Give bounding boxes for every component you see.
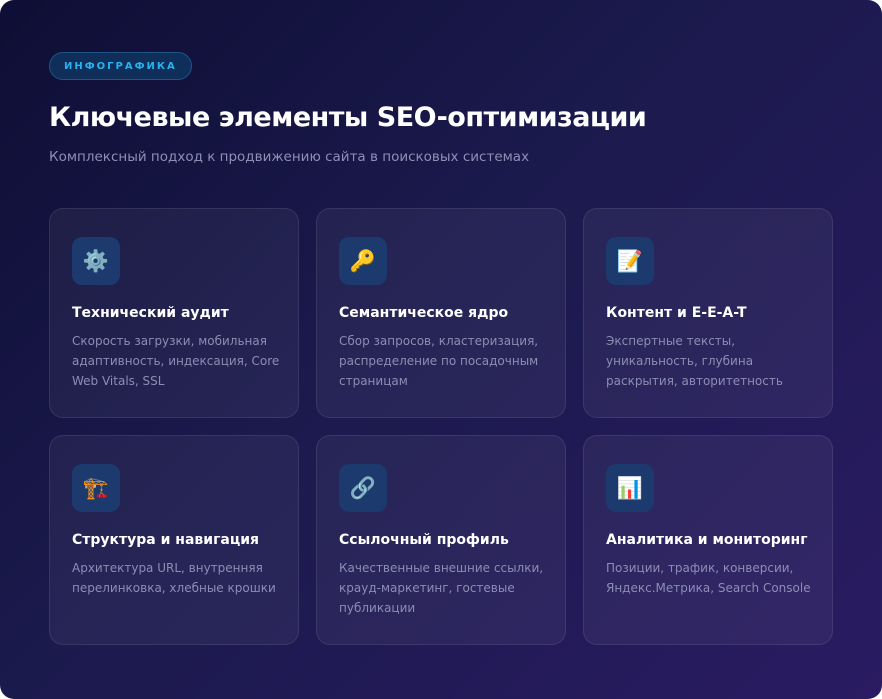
card-title: Структура и навигация: [72, 532, 260, 548]
card-title: Аналитика и мониторинг: [606, 532, 808, 548]
key-icon: 🔑: [339, 237, 387, 285]
construction-icon: 🏗️: [72, 464, 120, 512]
cards-grid: ⚙️ Технический аудит Скорость загрузки, …: [49, 208, 833, 645]
card-description: Скорость загрузки, мобильная адаптивност…: [72, 334, 280, 388]
card-analytics-monitoring: 📊 Аналитика и мониторинг Позиции, трафик…: [583, 435, 833, 645]
card-description: Архитектура URL, внутренняя перелинковка…: [72, 561, 276, 595]
card-structure-navigation: 🏗️ Структура и навигация Архитектура URL…: [49, 435, 299, 645]
card-description: Качественные внешние ссылки, крауд-марке…: [339, 561, 544, 615]
card-semantic-core: 🔑 Семантическое ядро Сбор запросов, клас…: [316, 208, 566, 418]
card-content-eeat: 📝 Контент и E-E-A-T Экспертные тексты, у…: [583, 208, 833, 418]
card-link-profile: 🔗 Ссылочный профиль Качественные внешние…: [316, 435, 566, 645]
link-icon: 🔗: [339, 464, 387, 512]
page-title: Ключевые элементы SEO-оптимизации: [49, 102, 647, 133]
card-title: Семантическое ядро: [339, 305, 509, 321]
page-subtitle: Комплексный подход к продвижению сайта в…: [49, 149, 530, 165]
category-badge: ИНФОГРАФИКА: [49, 52, 192, 80]
card-description: Позиции, трафик, конверсии, Яндекс.Метри…: [606, 561, 811, 595]
gear-icon: ⚙️: [72, 237, 120, 285]
card-title: Ссылочный профиль: [339, 532, 509, 548]
bar-chart-icon: 📊: [606, 464, 654, 512]
card-description: Сбор запросов, кластеризация, распределе…: [339, 334, 539, 388]
card-technical-audit: ⚙️ Технический аудит Скорость загрузки, …: [49, 208, 299, 418]
card-title: Контент и E-E-A-T: [606, 305, 747, 321]
memo-icon: 📝: [606, 237, 654, 285]
card-description: Экспертные тексты, уникальность, глубина…: [606, 334, 783, 388]
infographic-panel: ИНФОГРАФИКА Ключевые элементы SEO-оптими…: [0, 0, 882, 699]
card-title: Технический аудит: [72, 305, 229, 321]
